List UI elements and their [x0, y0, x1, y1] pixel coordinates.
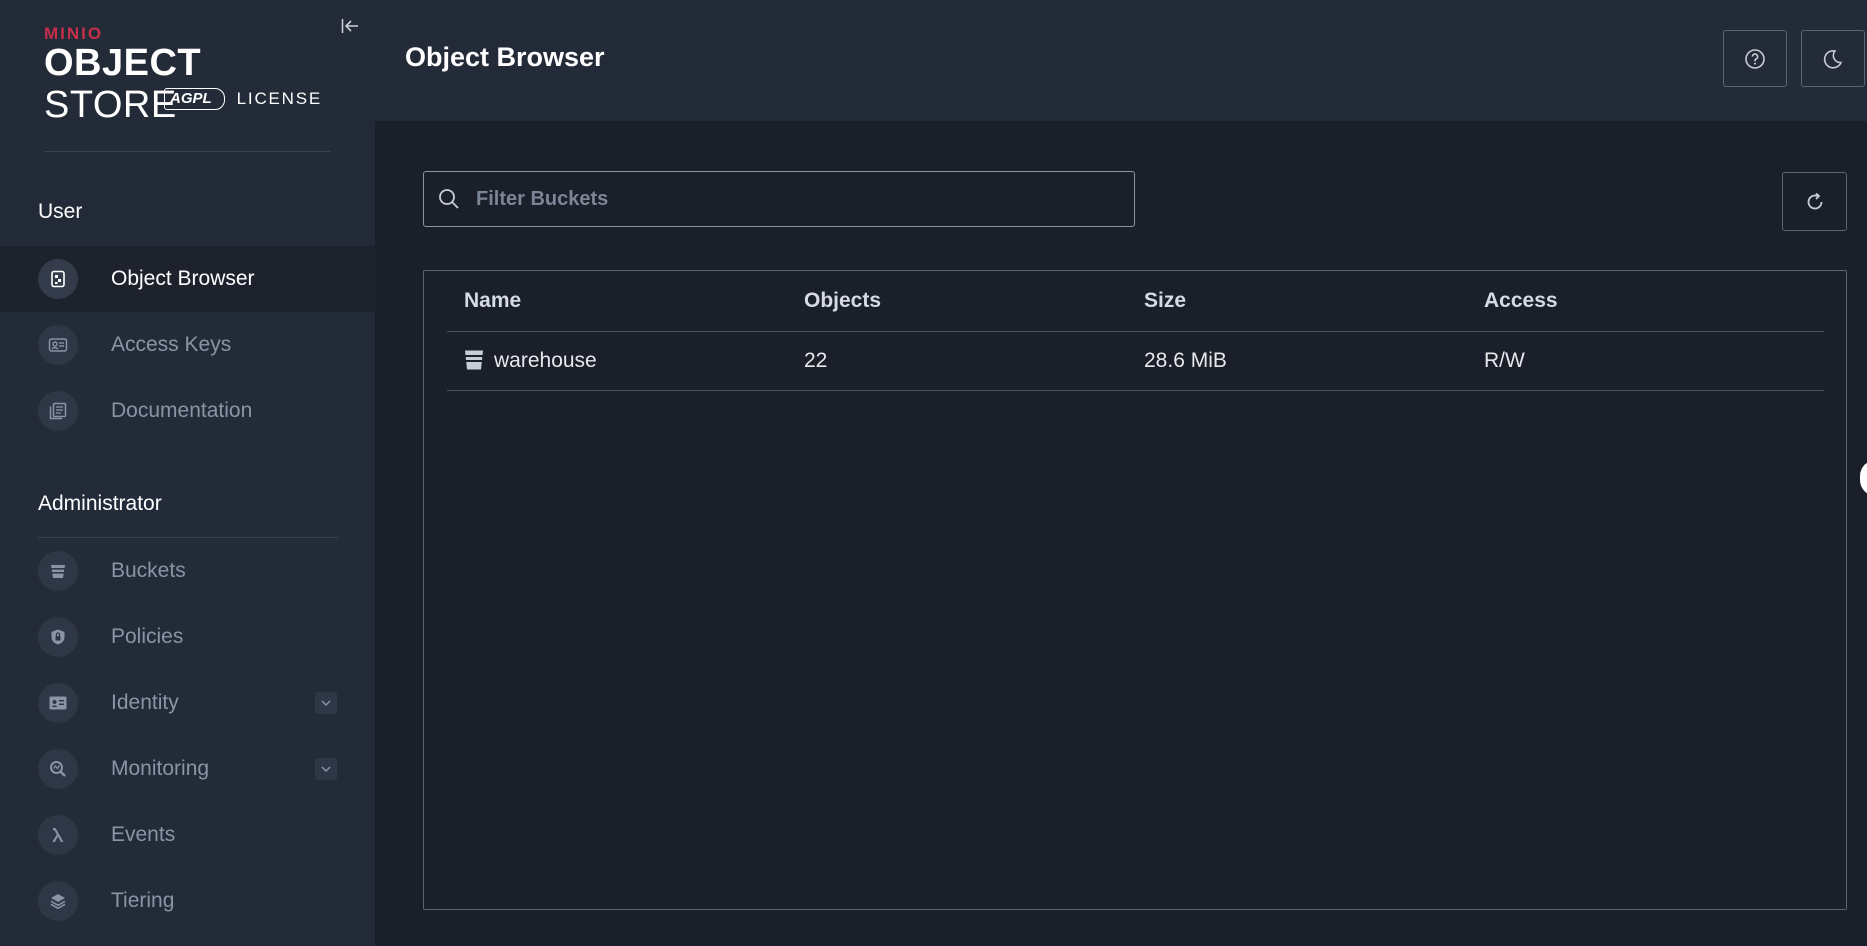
logo-brand: MINIO [44, 24, 104, 43]
sidebar-item-label: Object Browser [111, 267, 255, 290]
filter-buckets-field[interactable] [423, 171, 1135, 227]
layers-icon [38, 881, 78, 921]
column-header-access[interactable]: Access [1484, 289, 1558, 313]
sidebar-item-policies[interactable]: Policies [0, 604, 375, 670]
monitoring-icon [38, 749, 78, 789]
help-button[interactable] [1723, 30, 1787, 87]
help-icon [1745, 48, 1765, 69]
logo-product: OBJECT STORE [44, 42, 344, 126]
object-browser-icon [38, 259, 78, 299]
theme-toggle-button[interactable] [1801, 30, 1865, 87]
moon-icon [1823, 49, 1843, 69]
sidebar-item-label: Policies [111, 625, 184, 648]
sidebar-item-label: Events [111, 823, 176, 846]
sidebar-item-label: Access Keys [111, 333, 232, 356]
collapse-sidebar-button[interactable] [338, 14, 362, 38]
side-panel-handle[interactable] [1860, 460, 1867, 496]
buckets-table: Name Objects Size Access warehouse 22 28… [423, 270, 1847, 910]
section-title-user: User [38, 200, 83, 223]
sidebar-item-tiering[interactable]: Tiering [0, 868, 375, 934]
logo-product-bold: OBJECT [44, 42, 202, 84]
agpl-badge: AGPL [164, 88, 225, 110]
section-title-administrator: Administrator [38, 492, 162, 515]
sidebar-item-label: Documentation [111, 399, 253, 422]
logo-product-light: STORE [44, 84, 177, 126]
page-title: Object Browser [405, 42, 605, 72]
logo-divider [44, 151, 330, 152]
shield-icon [38, 617, 78, 657]
sidebar-item-events[interactable]: Events [0, 802, 375, 868]
chevron-down-icon [321, 766, 331, 773]
row-divider [447, 390, 1824, 391]
refresh-button[interactable] [1782, 172, 1847, 231]
lambda-icon [38, 815, 78, 855]
sidebar-item-access-keys[interactable]: Access Keys [0, 312, 375, 378]
bucket-objects: 22 [804, 349, 828, 372]
sidebar-item-monitoring[interactable]: Monitoring [0, 736, 375, 802]
bucket-access: R/W [1484, 349, 1525, 372]
bucket-icon [38, 551, 78, 591]
sidebar-item-label: Monitoring [111, 757, 210, 780]
identity-expand-button[interactable] [315, 692, 337, 714]
table-row[interactable]: warehouse 22 28.6 MiB R/W [424, 332, 1846, 391]
sidebar-item-identity[interactable]: Identity [0, 670, 375, 736]
monitoring-expand-button[interactable] [315, 758, 337, 780]
page-header: Object Browser [375, 0, 1867, 121]
bucket-name-link[interactable]: warehouse [494, 349, 597, 373]
sidebar-item-label: Buckets [111, 559, 186, 582]
sidebar-item-object-browser[interactable]: Object Browser [0, 246, 375, 312]
minio-logo: MINIO OBJECT STORE AGPL LICENSE [44, 24, 344, 126]
license-text: LICENSE [236, 89, 323, 108]
refresh-icon [1807, 192, 1822, 209]
bucket-icon [465, 350, 483, 370]
column-header-size[interactable]: Size [1144, 289, 1186, 313]
filter-buckets-input[interactable] [474, 186, 1118, 212]
bucket-size: 28.6 MiB [1144, 349, 1227, 372]
column-header-objects[interactable]: Objects [804, 289, 881, 313]
documentation-icon [38, 391, 78, 431]
sidebar: MINIO OBJECT STORE AGPL LICENSE User Obj… [0, 0, 375, 946]
sidebar-item-documentation[interactable]: Documentation [0, 378, 375, 444]
access-keys-icon [38, 325, 78, 365]
collapse-left-icon [341, 19, 358, 33]
identity-card-icon [38, 683, 78, 723]
sidebar-item-label: Tiering [111, 889, 175, 912]
sidebar-item-buckets[interactable]: Buckets [0, 538, 375, 604]
chevron-down-icon [321, 700, 331, 707]
column-header-name[interactable]: Name [464, 289, 521, 313]
logo-license-row: AGPL LICENSE [164, 88, 322, 110]
sidebar-item-label: Identity [111, 691, 179, 714]
search-icon [439, 189, 459, 209]
